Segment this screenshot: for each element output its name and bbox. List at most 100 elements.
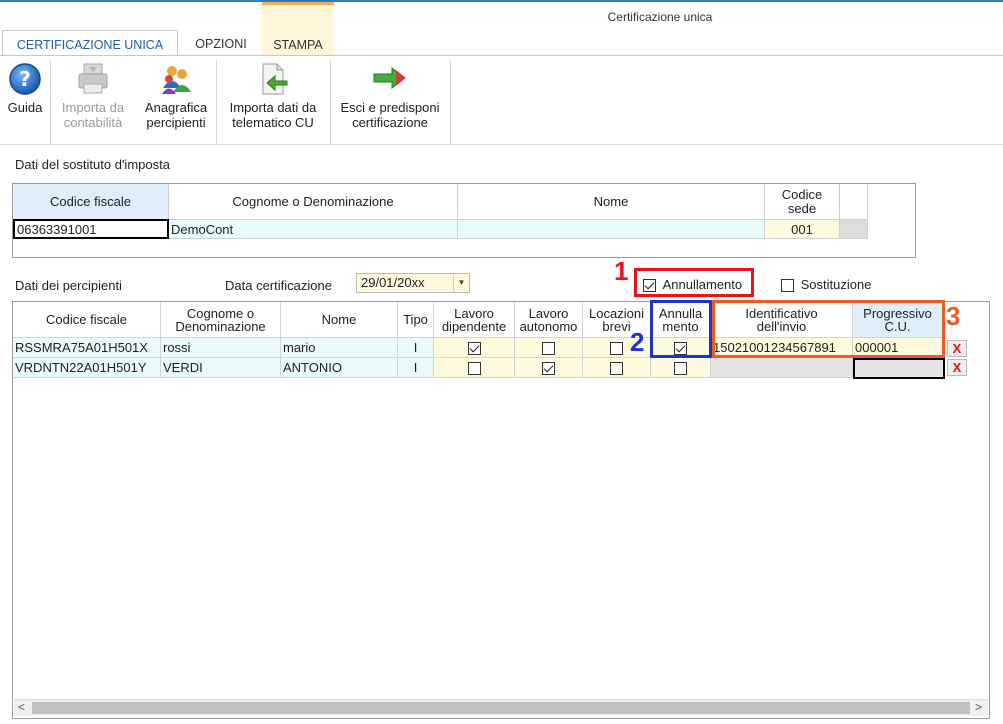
row2-identificativo-invio[interactable] — [711, 358, 853, 378]
esci-predisponi-button[interactable]: Esci e predisponi certificazione — [334, 62, 446, 130]
row2-lavoro-dipendente[interactable] — [434, 358, 515, 378]
header-nome: Nome — [281, 302, 398, 338]
sostituzione-checkbox-label: Sostituzione — [800, 277, 872, 292]
row2-cognome[interactable]: VERDI — [161, 358, 281, 378]
tab-bar: CERTIFICAZIONE UNICA OPZIONI STAMPA — [0, 2, 1003, 58]
checkbox[interactable] — [542, 342, 555, 356]
header-codice-sede-line1: Codice — [781, 186, 823, 202]
row2-progressivo[interactable] — [853, 358, 945, 379]
row1-tipo[interactable]: I — [398, 338, 434, 358]
row1-nome[interactable]: mario — [281, 338, 398, 358]
row1-lavoro-dipendente[interactable] — [434, 338, 515, 358]
sostituto-section-label: Dati del sostituto d'imposta — [15, 157, 170, 172]
header-cognome: Cognome o Denominazione — [161, 302, 281, 338]
checkbox[interactable] — [542, 362, 555, 376]
data-certificazione-label: Data certificazione — [225, 278, 332, 293]
anagrafica-percipienti-button[interactable]: Anagrafica percipienti — [138, 62, 214, 130]
sostituto-codice-fiscale-field[interactable]: 06363391001 — [13, 219, 169, 239]
help-icon: ? — [7, 62, 43, 96]
header-codice-fiscale: Codice fiscale — [13, 302, 161, 338]
row2-locazioni-brevi[interactable] — [583, 358, 651, 378]
ribbon-separator — [450, 60, 451, 144]
row1-delete-button[interactable]: X — [947, 340, 967, 357]
guida-label: Guida — [7, 100, 43, 115]
exit-arrow-icon — [372, 62, 408, 96]
row2-codice-fiscale[interactable]: VRDNTN22A01H501Y — [13, 358, 161, 378]
percipienti-section-label: Dati dei percipienti — [15, 278, 122, 293]
importa-contabilita-label-1: Importa da — [61, 100, 125, 115]
header-lavoro-autonomo-line2: autonomo — [519, 318, 578, 334]
importa-telematico-button[interactable]: Importa dati da telematico CU — [220, 62, 326, 130]
row2-lavoro-autonomo[interactable] — [515, 358, 583, 378]
header-codice-sede: Codice sede — [765, 184, 840, 219]
row2-delete-button[interactable]: X — [947, 359, 967, 376]
header-lavoro-dipendente: Lavoro dipendente — [434, 302, 515, 338]
header-cognome: Cognome o Denominazione — [169, 184, 458, 219]
importa-contabilita-label-2: contabilità — [63, 115, 123, 130]
dropdown-arrow-icon[interactable]: ▼ — [453, 274, 469, 292]
header-lavoro-autonomo-line1: Lavoro — [528, 305, 569, 321]
sostituto-grid: Codice fiscale Cognome o Denominazione N… — [12, 183, 916, 258]
annotation-frame-annullamento — [634, 268, 754, 297]
sostituzione-checkbox-box[interactable] — [781, 279, 794, 293]
row1-cognome[interactable]: rossi — [161, 338, 281, 358]
tab-stampa[interactable]: STAMPA — [262, 2, 334, 58]
tab-opzioni[interactable]: OPZIONI — [180, 30, 262, 58]
ribbon-separator — [330, 60, 331, 144]
sostituto-cognome-field[interactable]: DemoCont — [169, 219, 458, 239]
row1-lavoro-autonomo[interactable] — [515, 338, 583, 358]
import-printer-icon — [75, 62, 111, 96]
tab-certificazione-unica[interactable]: CERTIFICAZIONE UNICA — [2, 30, 178, 58]
annotation-frame-identificativo-progressivo — [712, 300, 945, 358]
importa-telematico-label-1: Importa dati da — [229, 100, 317, 115]
row2-tipo[interactable]: I — [398, 358, 434, 378]
scroll-left-arrow[interactable]: < — [18, 700, 25, 714]
header-cognome-line1: Cognome o — [186, 305, 255, 321]
header-locazioni-line2: brevi — [602, 318, 631, 334]
esci-label-2: certificazione — [352, 115, 428, 130]
horizontal-scrollbar[interactable]: < > — [14, 699, 988, 716]
data-certificazione-value: 29/01/20xx — [361, 275, 425, 290]
annotation-number-3: 3 — [946, 301, 961, 331]
import-document-icon — [255, 62, 291, 96]
percipienti-grid: Codice fiscale Cognome o Denominazione No… — [12, 301, 990, 719]
people-icon — [158, 62, 194, 96]
ribbon-separator — [50, 60, 51, 144]
checkbox[interactable] — [610, 362, 623, 376]
ribbon-separator — [216, 60, 217, 144]
row2-nome[interactable]: ANTONIO — [281, 358, 398, 378]
sostituto-nome-field[interactable] — [458, 219, 765, 239]
checkbox[interactable] — [674, 362, 687, 376]
importa-contabilita-button[interactable]: Importa da contabilità — [54, 62, 132, 130]
guida-button[interactable]: ? Guida — [4, 62, 46, 115]
importa-telematico-label-2: telematico CU — [232, 115, 314, 130]
scrollbar-thumb[interactable] — [32, 702, 970, 714]
sostituto-codice-sede-field[interactable]: 001 — [765, 219, 840, 239]
header-codice-fiscale: Codice fiscale — [13, 184, 169, 219]
scroll-right-arrow[interactable]: > — [975, 700, 982, 714]
ribbon-toolbar: ? Guida Importa da contabilità Anagrafic… — [0, 55, 1003, 145]
checkbox[interactable] — [467, 342, 481, 356]
sostituto-row-end — [840, 219, 868, 239]
window-title: Certificazione unica — [607, 10, 713, 24]
header-lavoro-dipendente-line1: Lavoro — [454, 305, 494, 321]
esci-label-1: Esci e predisponi — [340, 100, 440, 115]
sostituzione-checkbox[interactable]: Sostituzione — [781, 277, 872, 293]
svg-text:?: ? — [19, 67, 31, 91]
annotation-number-1: 1 — [614, 256, 629, 286]
header-lavoro-dipendente-line2: dipendente — [441, 318, 507, 334]
anagrafica-label-1: Anagrafica — [144, 100, 208, 115]
header-locazioni-line1: Locazioni — [589, 305, 644, 321]
checkbox[interactable] — [467, 362, 481, 376]
header-tipo: Tipo — [398, 302, 434, 338]
data-certificazione-field[interactable]: 29/01/20xx ▼ — [356, 273, 470, 293]
annotation-frame-annulla-column — [650, 300, 712, 358]
header-empty — [840, 184, 868, 219]
header-codice-sede-line2: sede — [787, 200, 817, 216]
header-cognome-line2: Denominazione — [175, 318, 266, 334]
header-lavoro-autonomo: Lavoro autonomo — [515, 302, 583, 338]
row2-annullamento[interactable] — [651, 358, 711, 378]
anagrafica-label-2: percipienti — [146, 115, 206, 130]
row1-codice-fiscale[interactable]: RSSMRA75A01H501X — [13, 338, 161, 358]
checkbox[interactable] — [610, 342, 623, 356]
